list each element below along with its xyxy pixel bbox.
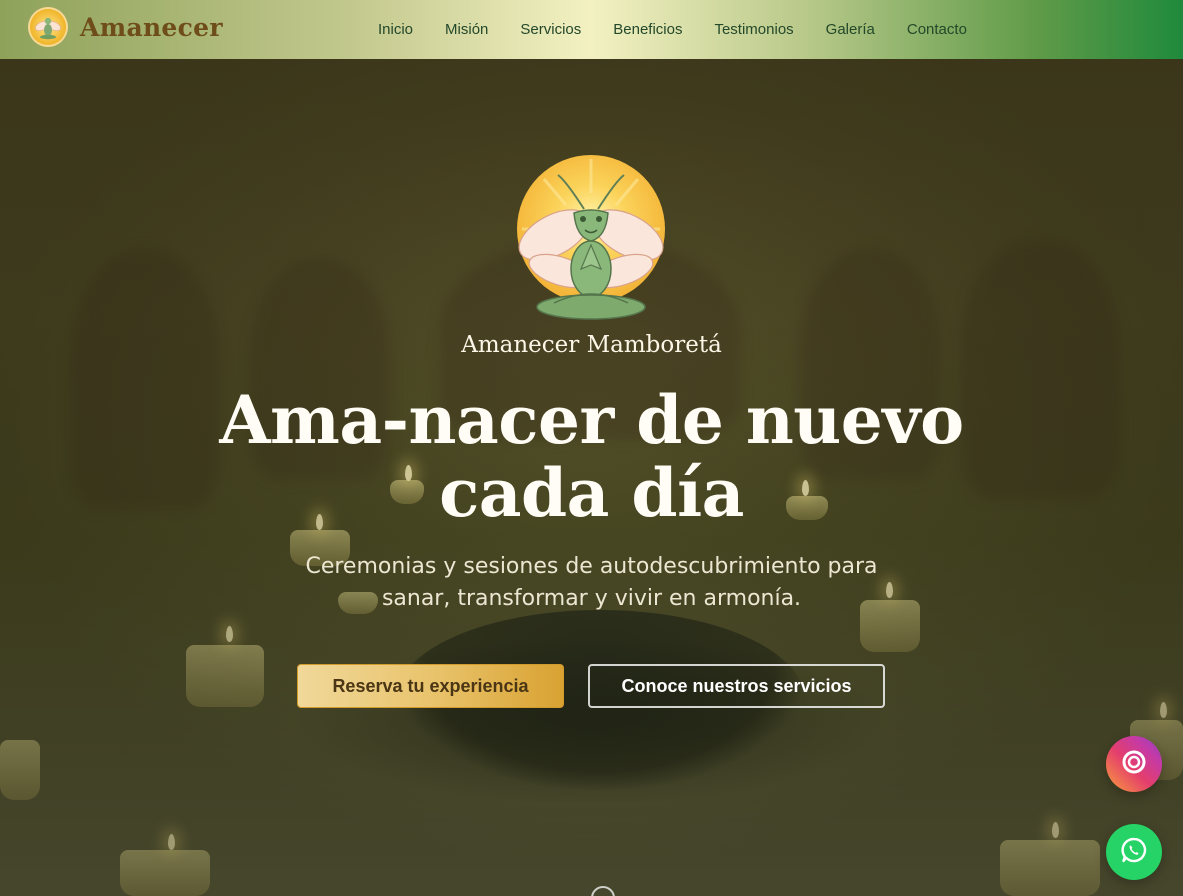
- hero-section: Amanecer Mamboretá Ama-nacer de nuevo ca…: [0, 0, 1183, 896]
- nav-item-galeria[interactable]: Galería: [810, 21, 891, 38]
- instagram-icon: [1121, 749, 1147, 780]
- brand-name: Amanecer: [80, 12, 223, 42]
- nav-item-contacto[interactable]: Contacto: [891, 21, 983, 38]
- hero-title-line-2: cada día: [439, 454, 744, 532]
- hero-title-line-1: Ama-nacer de nuevo: [219, 381, 964, 459]
- brand[interactable]: Amanecer: [28, 7, 223, 47]
- site-header: Amanecer Inicio Misión Servicios Benefic…: [0, 0, 1183, 59]
- whatsapp-button[interactable]: [1106, 824, 1162, 880]
- hero-subtitle-line-1: Ceremonias y sesiones de autodescubrimie…: [305, 554, 878, 579]
- reserve-experience-button[interactable]: Reserva tu experiencia: [297, 664, 564, 708]
- scroll-down-indicator[interactable]: [591, 886, 615, 896]
- hero-brand-name: Amanecer Mamboretá: [461, 332, 722, 358]
- hero-title: Ama-nacer de nuevo cada día: [0, 384, 1183, 530]
- nav-item-beneficios[interactable]: Beneficios: [597, 21, 698, 38]
- nav-item-testimonios[interactable]: Testimonios: [698, 21, 809, 38]
- nav-item-servicios[interactable]: Servicios: [504, 21, 597, 38]
- main-nav: Inicio Misión Servicios Beneficios Testi…: [366, 0, 983, 59]
- hero-subtitle-line-2: sanar, transformar y vivir en armonía.: [381, 586, 802, 611]
- praying-mantis-logo-icon: [28, 7, 68, 47]
- hero-subtitle: Ceremonias y sesiones de autodescubrimie…: [0, 551, 1183, 615]
- whatsapp-icon: [1119, 835, 1149, 870]
- services-button[interactable]: Conoce nuestros servicios: [588, 664, 885, 708]
- praying-mantis-sun-icon: [514, 153, 668, 325]
- nav-item-inicio[interactable]: Inicio: [366, 21, 429, 38]
- instagram-button[interactable]: [1106, 736, 1162, 792]
- nav-item-mision[interactable]: Misión: [429, 21, 504, 38]
